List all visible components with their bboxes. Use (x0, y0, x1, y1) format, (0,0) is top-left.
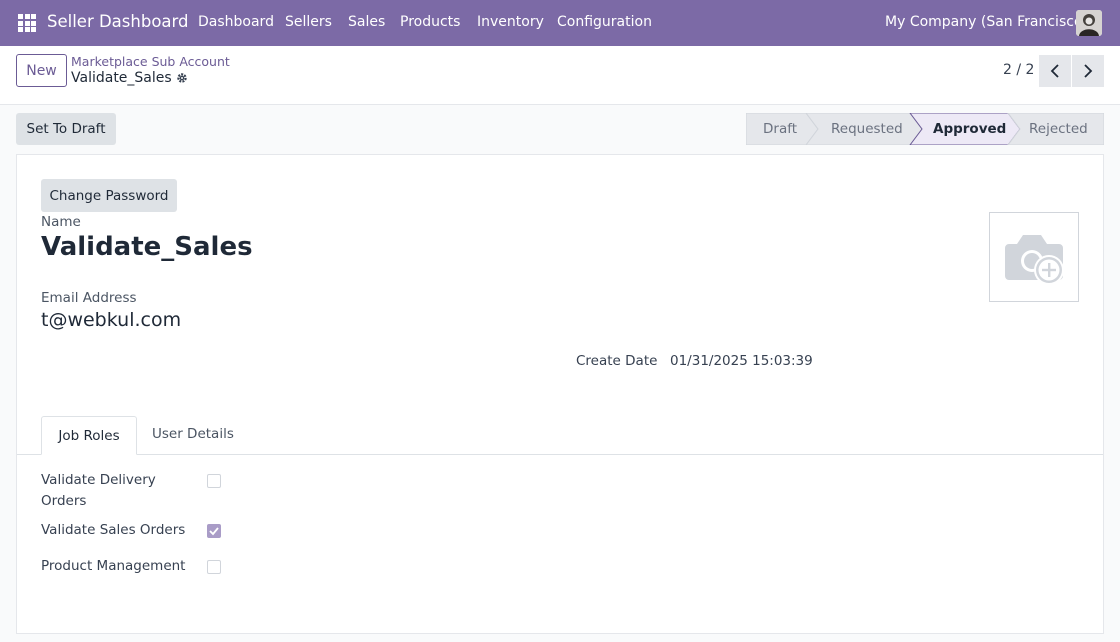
email-label: Email Address (41, 290, 137, 306)
role-label-product-management: Product Management (41, 558, 186, 574)
checkbox-validate-sales[interactable] (207, 524, 221, 538)
checkmark-icon (209, 527, 219, 536)
pager-next-button[interactable] (1072, 55, 1104, 87)
image-upload[interactable] (989, 212, 1079, 302)
record-title: Validate_Sales (71, 70, 188, 86)
chevron-right-icon (1084, 64, 1093, 78)
company-switcher[interactable]: My Company (San Francisco) (885, 14, 1088, 30)
pager-previous-button[interactable] (1039, 55, 1071, 87)
menu-sales[interactable]: Sales (348, 14, 385, 30)
gear-icon[interactable] (176, 72, 188, 84)
chevron-left-icon (1050, 64, 1059, 78)
menu-products[interactable]: Products (400, 14, 460, 30)
checkbox-validate-delivery[interactable] (207, 474, 221, 488)
camera-add-icon (1005, 235, 1064, 285)
menu-inventory[interactable]: Inventory (477, 14, 544, 30)
tab-job-roles[interactable]: Job Roles (41, 416, 137, 455)
status-stages: Draft Requested Approved Rejected (746, 113, 1104, 145)
apps-grid-icon[interactable] (18, 14, 36, 32)
name-field[interactable]: Validate_Sales (41, 232, 253, 262)
name-label: Name (41, 214, 81, 230)
create-date-value: 01/31/2025 15:03:39 (670, 353, 813, 369)
role-label-validate-delivery: Validate Delivery Orders (41, 472, 156, 509)
top-navbar: Seller Dashboard Dashboard Sellers Sales… (0, 0, 1120, 46)
user-avatar[interactable] (1076, 10, 1102, 36)
menu-dashboard[interactable]: Dashboard (198, 14, 274, 30)
tab-user-details[interactable]: User Details (152, 426, 234, 442)
control-panel: New Marketplace Sub Account Validate_Sal… (0, 46, 1120, 105)
tab-divider (17, 454, 1103, 455)
checkbox-product-management[interactable] (207, 560, 221, 574)
menu-sellers[interactable]: Sellers (285, 14, 332, 30)
pager-counter[interactable]: 2 / 2 (1003, 62, 1034, 78)
stage-draft[interactable]: Draft (763, 121, 797, 137)
app-title[interactable]: Seller Dashboard (47, 12, 189, 31)
breadcrumb-parent[interactable]: Marketplace Sub Account (71, 54, 230, 69)
role-label-validate-sales: Validate Sales Orders (41, 522, 186, 538)
change-password-button[interactable]: Change Password (41, 179, 177, 212)
stage-rejected[interactable]: Rejected (1029, 121, 1088, 137)
set-to-draft-button[interactable]: Set To Draft (16, 113, 116, 145)
create-date-label: Create Date (576, 353, 658, 369)
stage-requested[interactable]: Requested (831, 121, 903, 137)
new-button[interactable]: New (16, 54, 67, 87)
record-title-text: Validate_Sales (71, 70, 172, 86)
stage-approved[interactable]: Approved (933, 121, 1006, 137)
email-field[interactable]: t@webkul.com (41, 309, 181, 331)
menu-configuration[interactable]: Configuration (557, 14, 652, 30)
